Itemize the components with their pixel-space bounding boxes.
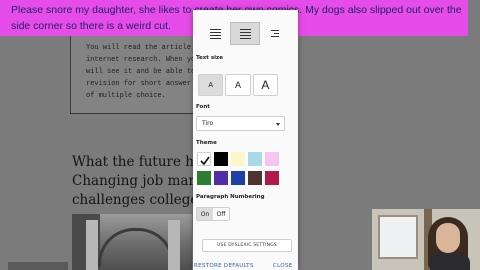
- theme-swatch[interactable]: [231, 152, 245, 166]
- theme-swatch[interactable]: [248, 171, 262, 185]
- article-headline: What the future h: [72, 154, 194, 170]
- quiz-line: revision for short answer qua: [86, 80, 208, 88]
- text-size-label: Text size: [196, 55, 223, 61]
- align-left-button[interactable]: [201, 22, 230, 45]
- article-headline: Changing job mar: [72, 173, 195, 189]
- align-justify-icon: [239, 28, 251, 39]
- toolbar-strip: [8, 262, 68, 270]
- text-size-options: A A A: [198, 74, 278, 96]
- close-link[interactable]: CLOSE: [273, 263, 293, 269]
- article-photo: [72, 214, 192, 270]
- theme-label: Theme: [196, 140, 217, 146]
- toggle-on-option[interactable]: On: [197, 208, 213, 220]
- quiz-line: internet research. When you: [86, 56, 200, 64]
- caption-line: side corner so there is a weird cut.: [11, 20, 171, 32]
- text-size-small-button[interactable]: A: [198, 74, 224, 96]
- align-justify-button[interactable]: [229, 22, 261, 45]
- text-size-large-button[interactable]: A: [252, 74, 278, 96]
- align-left-icon: [209, 28, 221, 39]
- theme-swatch-selected[interactable]: [197, 152, 211, 166]
- chevron-down-icon: [276, 123, 280, 126]
- theme-swatch[interactable]: [265, 152, 279, 166]
- restore-defaults-link[interactable]: RESTORE DEFAULTS: [194, 263, 254, 269]
- article-headline: challenges college: [72, 192, 199, 208]
- webcam-video: [372, 209, 480, 270]
- theme-swatch[interactable]: [248, 152, 262, 166]
- text-size-medium-button[interactable]: A: [225, 74, 251, 96]
- font-select[interactable]: Tiro: [196, 116, 285, 131]
- quiz-line: of multiple choice.: [86, 92, 166, 100]
- align-right-icon: [270, 30, 279, 37]
- paragraph-numbering-label: Paragraph Numbering: [196, 194, 265, 200]
- theme-swatch[interactable]: [231, 171, 245, 185]
- quiz-line: You will read the article and: [86, 44, 208, 52]
- paragraph-numbering-toggle[interactable]: On Off: [196, 207, 230, 221]
- align-right-button[interactable]: [260, 22, 289, 45]
- display-settings-panel: Text size A A A Font Tiro Theme Paragrap…: [193, 10, 298, 270]
- theme-swatch[interactable]: [265, 171, 279, 185]
- alignment-row: [201, 22, 289, 45]
- toggle-off-option[interactable]: Off: [213, 208, 229, 220]
- font-label: Font: [196, 104, 210, 110]
- theme-swatch[interactable]: [214, 171, 228, 185]
- check-icon: [200, 156, 210, 166]
- dyslexic-settings-button[interactable]: USE DYSLEXIC SETTINGS: [202, 239, 292, 252]
- font-select-value: Tiro: [202, 120, 214, 127]
- theme-swatch[interactable]: [197, 171, 211, 185]
- theme-swatch[interactable]: [214, 152, 228, 166]
